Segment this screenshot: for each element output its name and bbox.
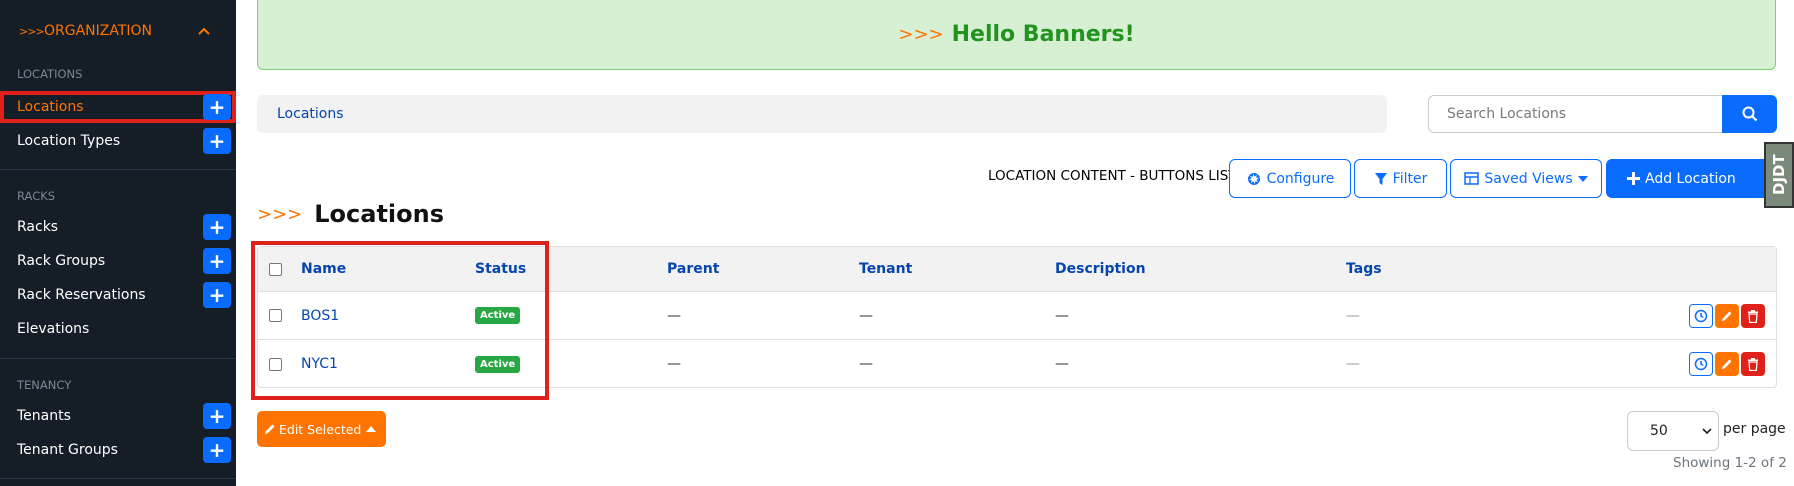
- filter-button[interactable]: Filter: [1354, 159, 1447, 198]
- buttons-list-label: LOCATION CONTENT - BUTTONS LIST: [988, 168, 1237, 184]
- sidebar-item-racks[interactable]: Racks +: [0, 211, 236, 243]
- banner-text: Hello Banners!: [951, 22, 1135, 47]
- filter-label: Filter: [1392, 170, 1428, 187]
- pencil-icon: [1722, 359, 1732, 369]
- search-button[interactable]: [1722, 95, 1777, 133]
- chevron-up-icon[interactable]: [198, 24, 210, 38]
- add-tenant-group-plus-button[interactable]: +: [203, 437, 231, 463]
- edit-selected-label: Edit Selected: [279, 421, 362, 437]
- saved-views-label: Saved Views: [1484, 170, 1573, 187]
- sidebar-item-label: Location Types: [17, 133, 121, 149]
- history-icon: [1694, 309, 1708, 323]
- parent-cell: —: [667, 307, 681, 324]
- sidebar-item-rack-groups[interactable]: Rack Groups +: [0, 245, 236, 277]
- sidebar: >>> ORGANIZATION LOCATIONS Locations + L…: [0, 0, 236, 486]
- chevron-down-icon: [1702, 428, 1712, 434]
- column-header-tenant[interactable]: Tenant: [859, 247, 912, 291]
- add-location-plus-button[interactable]: +: [203, 94, 231, 120]
- sidebar-item-rack-reservations[interactable]: Rack Reservations +: [0, 279, 236, 311]
- top-banner: >>> Hello Banners!: [257, 0, 1776, 70]
- per-page-select[interactable]: 50: [1627, 411, 1719, 451]
- pencil-icon: [1722, 311, 1732, 321]
- parent-cell: —: [667, 356, 681, 372]
- sidebar-group-tenancy: TENANCY: [17, 378, 72, 392]
- sidebar-item-label: Locations: [17, 99, 84, 115]
- add-rack-group-plus-button[interactable]: +: [203, 248, 231, 274]
- add-location-label: Add Location: [1645, 170, 1736, 187]
- sidebar-divider: [0, 478, 236, 479]
- gear-icon: [1247, 172, 1260, 185]
- configure-label: Configure: [1266, 170, 1335, 187]
- add-location-type-plus-button[interactable]: +: [203, 128, 231, 154]
- changelog-button[interactable]: [1689, 352, 1713, 376]
- sidebar-item-tenant-groups[interactable]: Tenant Groups +: [0, 434, 236, 466]
- tenant-cell: —: [859, 356, 873, 372]
- column-header-description[interactable]: Description: [1055, 247, 1146, 291]
- description-cell: —: [1055, 307, 1069, 324]
- history-icon: [1694, 357, 1708, 371]
- sidebar-divider: [0, 358, 236, 359]
- column-header-parent[interactable]: Parent: [667, 247, 719, 291]
- debug-toolbar-handle[interactable]: DJDT: [1764, 142, 1794, 208]
- sidebar-group-racks: RACKS: [17, 189, 56, 203]
- chevrons-icon: >>>: [19, 24, 45, 38]
- per-page-value: 50: [1650, 423, 1668, 439]
- search-icon: [1742, 106, 1757, 122]
- caret-up-icon[interactable]: [366, 426, 376, 432]
- trash-icon: [1748, 309, 1758, 323]
- tags-cell: —: [1346, 356, 1360, 372]
- plus-icon: [1627, 172, 1640, 185]
- breadcrumb-link-locations[interactable]: Locations: [277, 106, 344, 122]
- caret-down-icon: [1577, 175, 1588, 182]
- add-tenant-plus-button[interactable]: +: [203, 403, 231, 429]
- sidebar-item-location-types[interactable]: Location Types +: [0, 125, 236, 157]
- configure-button[interactable]: Configure: [1229, 159, 1351, 198]
- edit-button[interactable]: [1715, 352, 1739, 376]
- pencil-icon: [265, 424, 275, 434]
- page-title: >>> Locations: [257, 200, 444, 228]
- per-page-label: per page: [1723, 421, 1786, 437]
- highlight-box: [251, 241, 549, 400]
- sidebar-item-label: Tenants: [17, 408, 71, 424]
- tenant-cell: —: [859, 307, 873, 324]
- sidebar-divider: [0, 169, 236, 170]
- sidebar-section-organization[interactable]: >>> ORGANIZATION: [0, 18, 236, 44]
- add-rack-plus-button[interactable]: +: [203, 214, 231, 240]
- filter-icon: [1374, 172, 1387, 185]
- pagination-summary: Showing 1-2 of 2: [1673, 455, 1787, 471]
- edit-selected-button[interactable]: Edit Selected: [257, 411, 386, 447]
- sidebar-item-tenants[interactable]: Tenants +: [0, 400, 236, 432]
- delete-button[interactable]: [1741, 304, 1765, 328]
- sidebar-group-locations: LOCATIONS: [17, 67, 83, 81]
- page-title-text: Locations: [314, 200, 445, 228]
- edit-button[interactable]: [1715, 304, 1739, 328]
- saved-views-button[interactable]: Saved Views: [1450, 159, 1602, 198]
- trash-icon: [1748, 357, 1758, 371]
- sidebar-item-locations[interactable]: Locations +: [0, 91, 236, 123]
- search-form: [1428, 95, 1777, 133]
- add-rack-reservation-plus-button[interactable]: +: [203, 282, 231, 308]
- sidebar-item-label: Rack Groups: [17, 253, 106, 269]
- chevrons-icon: >>>: [898, 24, 944, 45]
- sidebar-item-label: Tenant Groups: [17, 442, 118, 458]
- sidebar-item-label: Elevations: [17, 321, 90, 337]
- delete-button[interactable]: [1741, 352, 1765, 376]
- column-header-tags: Tags: [1346, 261, 1382, 277]
- sidebar-item-label: Rack Reservations: [17, 287, 146, 303]
- sidebar-section-title: ORGANIZATION: [44, 23, 153, 39]
- search-input[interactable]: [1428, 95, 1722, 133]
- sidebar-item-elevations[interactable]: Elevations: [0, 313, 236, 345]
- description-cell: —: [1055, 356, 1069, 372]
- add-location-button[interactable]: Add Location: [1606, 159, 1774, 198]
- sidebar-item-label: Racks: [17, 219, 59, 235]
- changelog-button[interactable]: [1689, 304, 1713, 328]
- chevrons-icon: >>>: [257, 203, 303, 225]
- tags-cell: —: [1346, 307, 1360, 324]
- breadcrumb: Locations: [257, 95, 1387, 133]
- table-icon: [1464, 172, 1480, 185]
